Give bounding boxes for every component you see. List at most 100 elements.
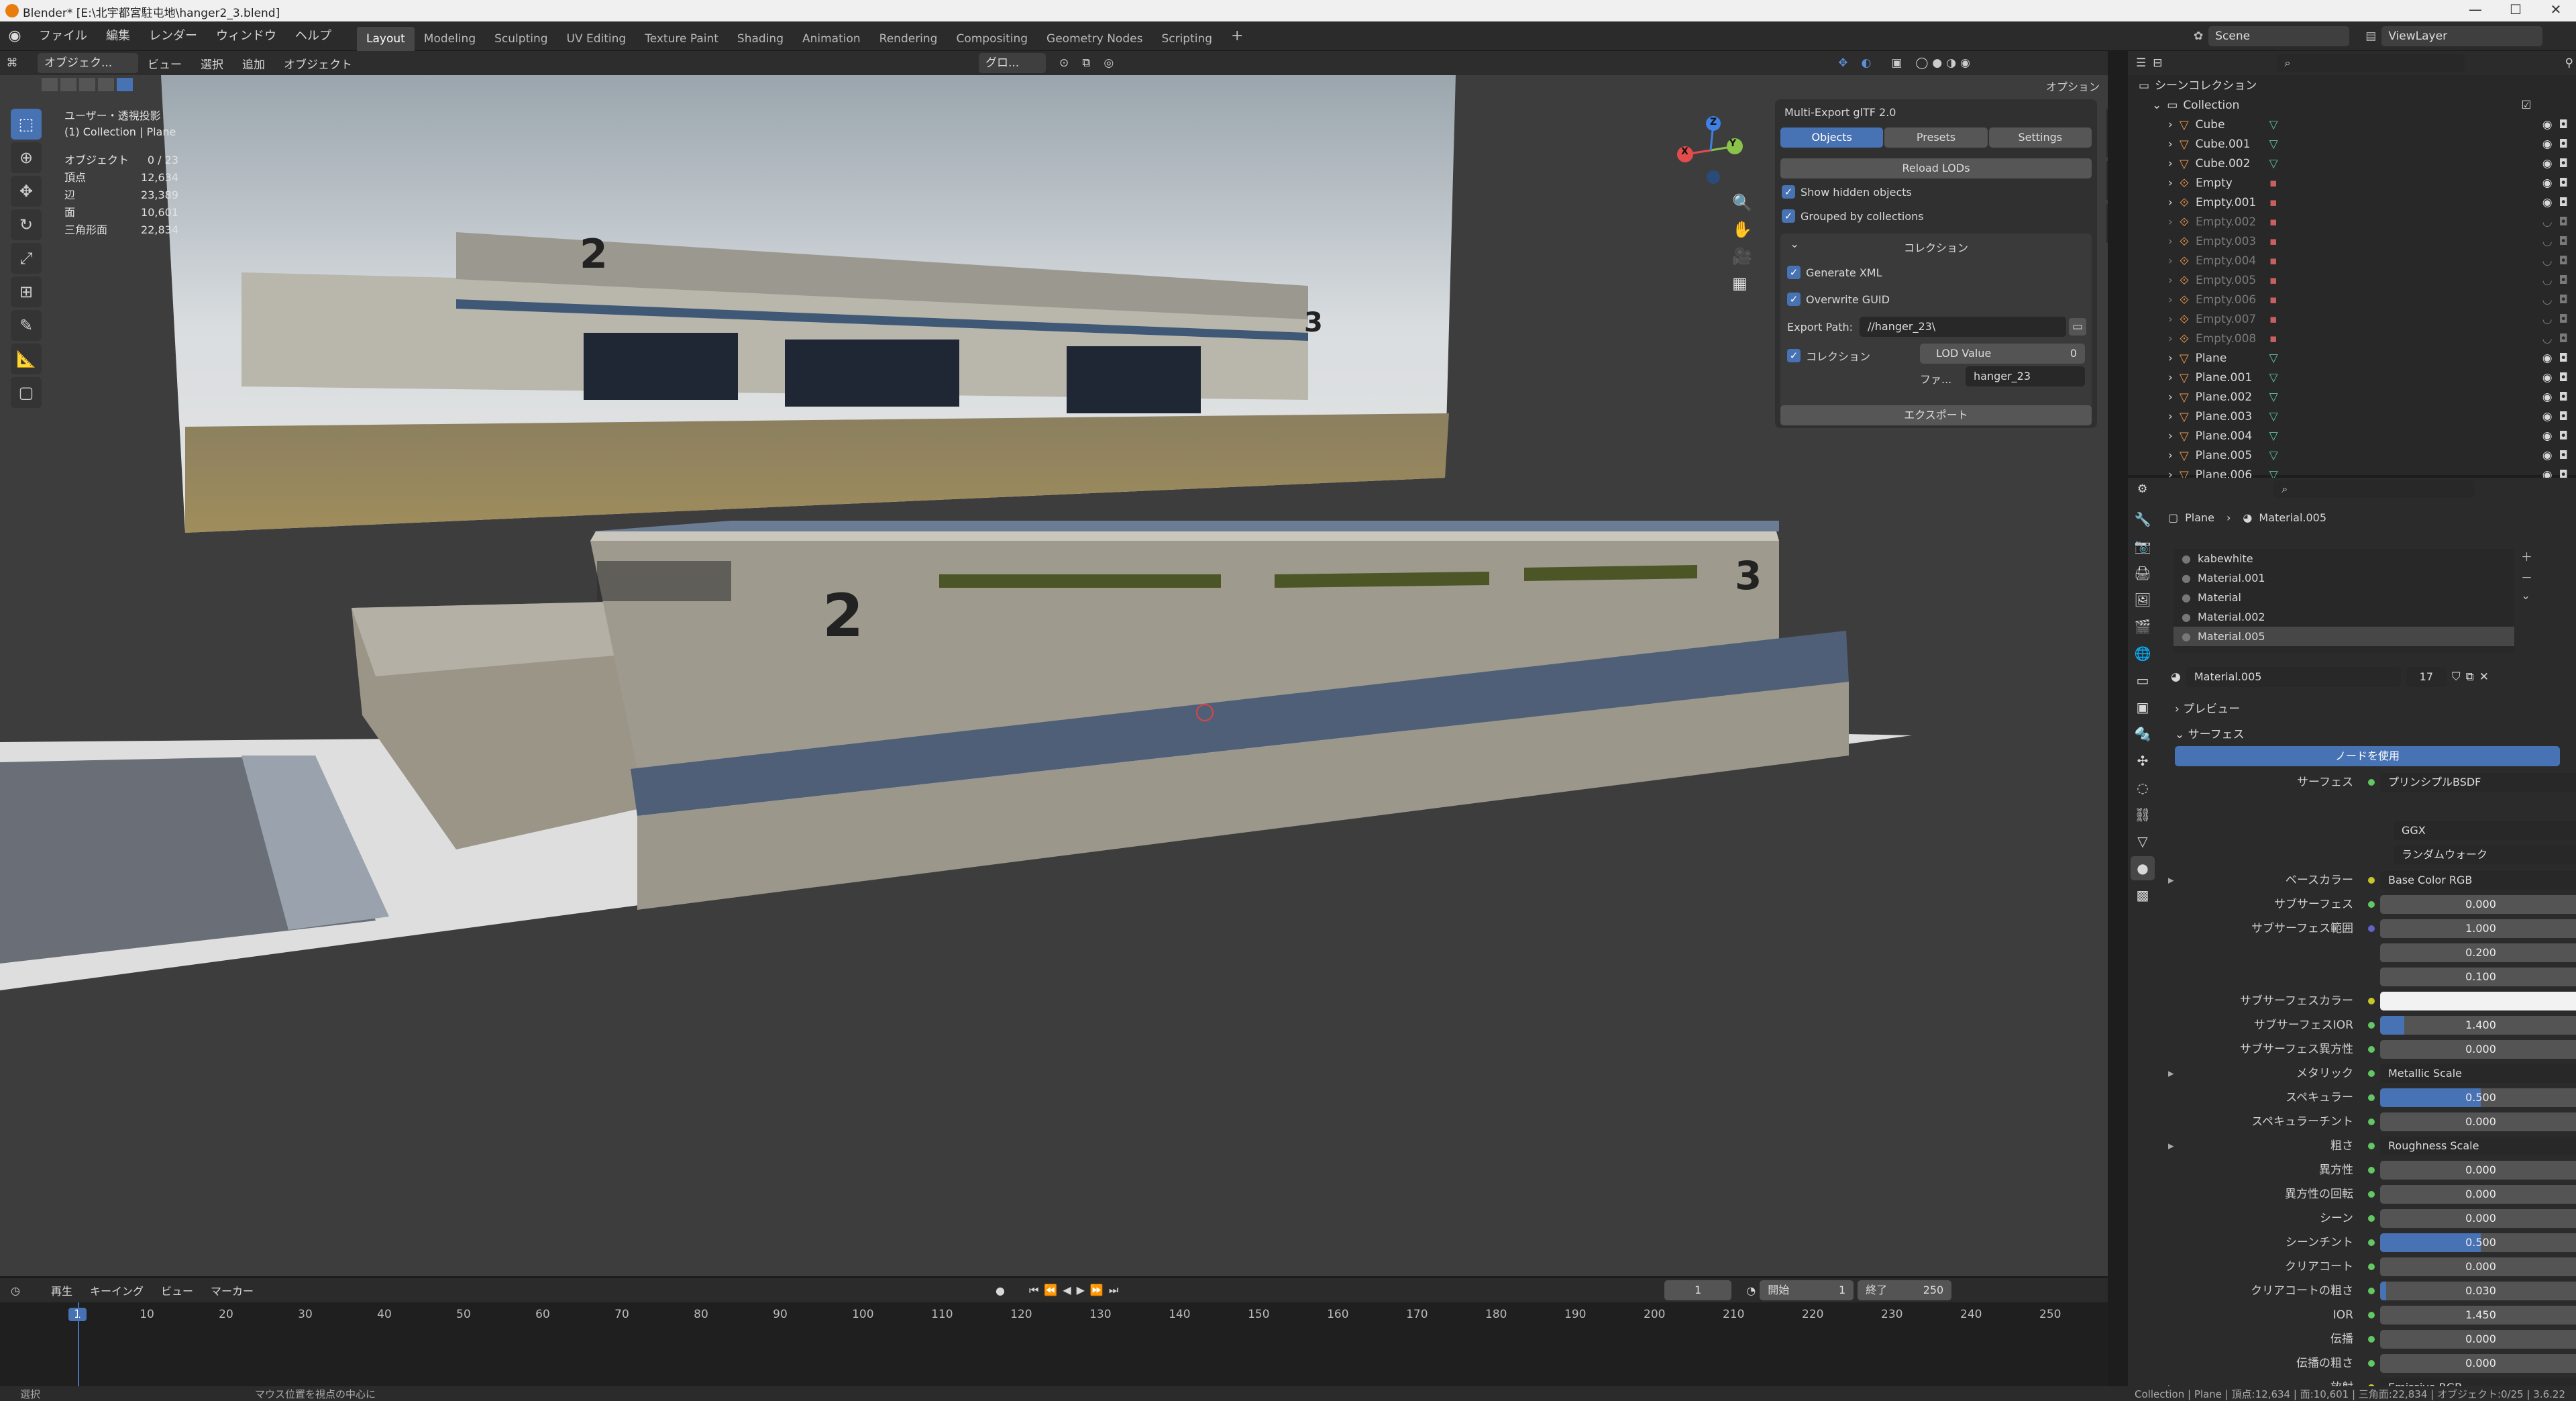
bsdf-value-field[interactable]: 0.200 xyxy=(2380,943,2576,962)
outliner-item[interactable]: › ⟐ Empty.002 ▪ ◡ ◘ xyxy=(2139,213,2568,232)
material-users-count[interactable]: 17 xyxy=(2406,667,2447,687)
physics-tab-icon[interactable]: ◌ xyxy=(2131,776,2155,800)
expand-icon[interactable]: › xyxy=(2168,329,2173,349)
close-button[interactable]: ✕ xyxy=(2536,1,2576,20)
material-slot[interactable]: ● Material.002 xyxy=(2174,607,2514,627)
annotate-tool-icon[interactable]: ✎ xyxy=(11,310,42,341)
distribution-selector[interactable]: GGX xyxy=(2394,821,2576,840)
select-invert-icon[interactable] xyxy=(98,78,114,91)
xray-icon[interactable]: ▣ xyxy=(1891,56,1902,70)
mode-selector[interactable]: オブジェク... xyxy=(38,53,138,73)
display-mode-icon[interactable]: ⊟ xyxy=(2153,56,2162,70)
workspace-tab[interactable]: Texture Paint xyxy=(635,27,728,51)
measure-tool-icon[interactable]: 📐 xyxy=(11,344,42,374)
menu-item[interactable]: レンダー xyxy=(140,21,207,51)
outliner-scene-collection[interactable]: ▭ シーンコレクション xyxy=(2139,76,2568,96)
expand-icon[interactable]: › xyxy=(2168,271,2173,291)
workspace-tab[interactable]: Modeling xyxy=(415,27,485,51)
options-menu[interactable]: オプション xyxy=(2046,78,2100,94)
linked-input[interactable]: Roughness Scale xyxy=(2380,1137,2576,1155)
render-camera-icon[interactable]: ◘ xyxy=(2559,271,2568,291)
panel-tab[interactable]: Settings xyxy=(1988,127,2092,148)
expand-icon[interactable]: › xyxy=(2168,446,2173,466)
reload-lods-button[interactable]: Reload LODs xyxy=(1780,158,2092,178)
outliner-item[interactable]: › ▽ Cube ▽ ◉ ◘ xyxy=(2139,115,2568,135)
material-slot[interactable]: ● Material xyxy=(2174,588,2514,607)
expand-icon[interactable]: ▸ xyxy=(2168,868,2182,892)
lod-value-field[interactable]: LOD Value 0 xyxy=(1920,344,2085,364)
expand-icon[interactable]: › xyxy=(2168,252,2173,271)
outliner-item[interactable]: › ⟐ Empty.003 ▪ ◡ ◘ xyxy=(2139,232,2568,252)
pivot-icon[interactable]: ⊙ xyxy=(1059,56,1069,70)
particles-tab-icon[interactable]: ✣ xyxy=(2131,749,2155,773)
sidebar-tab[interactable]: アイテム xyxy=(2106,109,2108,157)
render-camera-icon[interactable]: ◘ xyxy=(2559,174,2568,193)
editor-type-icon[interactable]: ⌘ xyxy=(0,56,24,70)
expand-icon[interactable]: › xyxy=(2168,232,2173,252)
render-camera-icon[interactable]: ◘ xyxy=(2559,446,2568,466)
add-menu[interactable]: 追加 xyxy=(233,55,274,72)
outliner-item[interactable]: › ▽ Plane.001 ▽ ◉ ◘ xyxy=(2139,368,2568,388)
expand-icon[interactable]: ⌄ xyxy=(2152,96,2161,115)
render-camera-icon[interactable]: ◘ xyxy=(2559,115,2568,135)
view-layer-tab-icon[interactable]: 🖼 xyxy=(2131,588,2155,612)
bsdf-value-field[interactable]: 0.000 xyxy=(2380,1330,2576,1349)
render-camera-icon[interactable]: ◘ xyxy=(2559,232,2568,252)
transform-orientation[interactable]: グロ... xyxy=(979,53,1046,73)
bsdf-value-field[interactable]: 0.030 xyxy=(2380,1282,2576,1300)
input-socket-icon[interactable] xyxy=(2368,1143,2375,1149)
outliner-item[interactable]: › ⟐ Empty.005 ▪ ◡ ◘ xyxy=(2139,271,2568,291)
outliner-item[interactable]: › ⟐ Empty.006 ▪ ◡ ◘ xyxy=(2139,291,2568,310)
input-socket-icon[interactable] xyxy=(2368,1167,2375,1174)
bsdf-value-field[interactable]: 0.000 xyxy=(2380,1161,2576,1180)
input-socket-icon[interactable] xyxy=(2368,901,2375,908)
expand-icon[interactable]: › xyxy=(2168,154,2173,174)
zoom-icon[interactable]: 🔍 xyxy=(1732,193,1752,212)
input-socket-icon[interactable] xyxy=(2368,1191,2375,1198)
scene-selector[interactable]: Scene xyxy=(2208,26,2350,46)
output-tab-icon[interactable]: 🖨 xyxy=(2131,561,2155,585)
input-socket-icon[interactable] xyxy=(2368,1119,2375,1125)
outliner-item[interactable]: › ▽ Plane.003 ▽ ◉ ◘ xyxy=(2139,407,2568,427)
bsdf-value-field[interactable]: 0.000 xyxy=(2380,1112,2576,1131)
visibility-eye-icon[interactable]: ◉ xyxy=(2542,115,2553,135)
input-socket-icon[interactable] xyxy=(2368,1022,2375,1029)
outliner-search[interactable]: ⌕ xyxy=(2276,54,2465,72)
expand-icon[interactable]: › xyxy=(2168,388,2173,407)
material-browse-icon[interactable]: ◕ xyxy=(2171,670,2181,684)
expand-icon[interactable]: › xyxy=(2168,349,2173,368)
input-socket-icon[interactable] xyxy=(2368,1215,2375,1222)
expand-icon[interactable]: › xyxy=(2168,368,2173,388)
render-camera-icon[interactable]: ◘ xyxy=(2559,252,2568,271)
render-camera-icon[interactable]: ◘ xyxy=(2559,427,2568,446)
transform-tool-icon[interactable]: ⊞ xyxy=(11,276,42,307)
visibility-eye-icon[interactable]: ◉ xyxy=(2542,427,2553,446)
bsdf-value-field[interactable]: 0.000 xyxy=(2380,1257,2576,1276)
outliner-editor-icon[interactable]: ☰ xyxy=(2136,56,2146,70)
material-slot[interactable]: ● kabewhite xyxy=(2174,549,2514,568)
expand-icon[interactable]: › xyxy=(2168,193,2173,213)
preview-section[interactable]: › プレビュー xyxy=(2175,699,2240,716)
render-camera-icon[interactable]: ◘ xyxy=(2559,291,2568,310)
expand-icon[interactable]: › xyxy=(2168,291,2173,310)
bsdf-value-field[interactable]: 0.100 xyxy=(2380,968,2576,986)
workspace-tab[interactable]: Layout xyxy=(357,26,415,51)
collection-checkbox-icon[interactable]: ☑ xyxy=(2521,96,2531,115)
input-socket-icon[interactable] xyxy=(2368,925,2375,932)
remove-slot-icon[interactable]: － xyxy=(2521,568,2532,585)
input-socket-icon[interactable] xyxy=(2368,877,2375,884)
input-socket-icon[interactable] xyxy=(2368,998,2375,1004)
gizmo-toggle-icon[interactable]: ✥ xyxy=(1838,56,1847,70)
bsdf-value-field[interactable]: 0.000 xyxy=(2380,895,2576,914)
cursor-tool-icon[interactable]: ⊕ xyxy=(11,142,42,173)
input-socket-icon[interactable] xyxy=(2368,1263,2375,1270)
rotate-tool-icon[interactable]: ↻ xyxy=(11,209,42,240)
expand-icon[interactable]: › xyxy=(2168,213,2173,232)
overwrite-guid-checkbox[interactable]: ✓ xyxy=(1787,293,1801,306)
input-socket-icon[interactable] xyxy=(2368,1336,2375,1343)
bsdf-value-field[interactable]: 0.500 xyxy=(2380,1233,2576,1252)
outliner-item[interactable]: › ⟐ Empty.001 ▪ ◉ ◘ xyxy=(2139,193,2568,213)
render-camera-icon[interactable]: ◘ xyxy=(2559,388,2568,407)
menu-item[interactable]: ウィンドウ xyxy=(207,21,286,51)
outliner-collection[interactable]: ⌄ ▭ Collection ☑ xyxy=(2139,96,2568,115)
